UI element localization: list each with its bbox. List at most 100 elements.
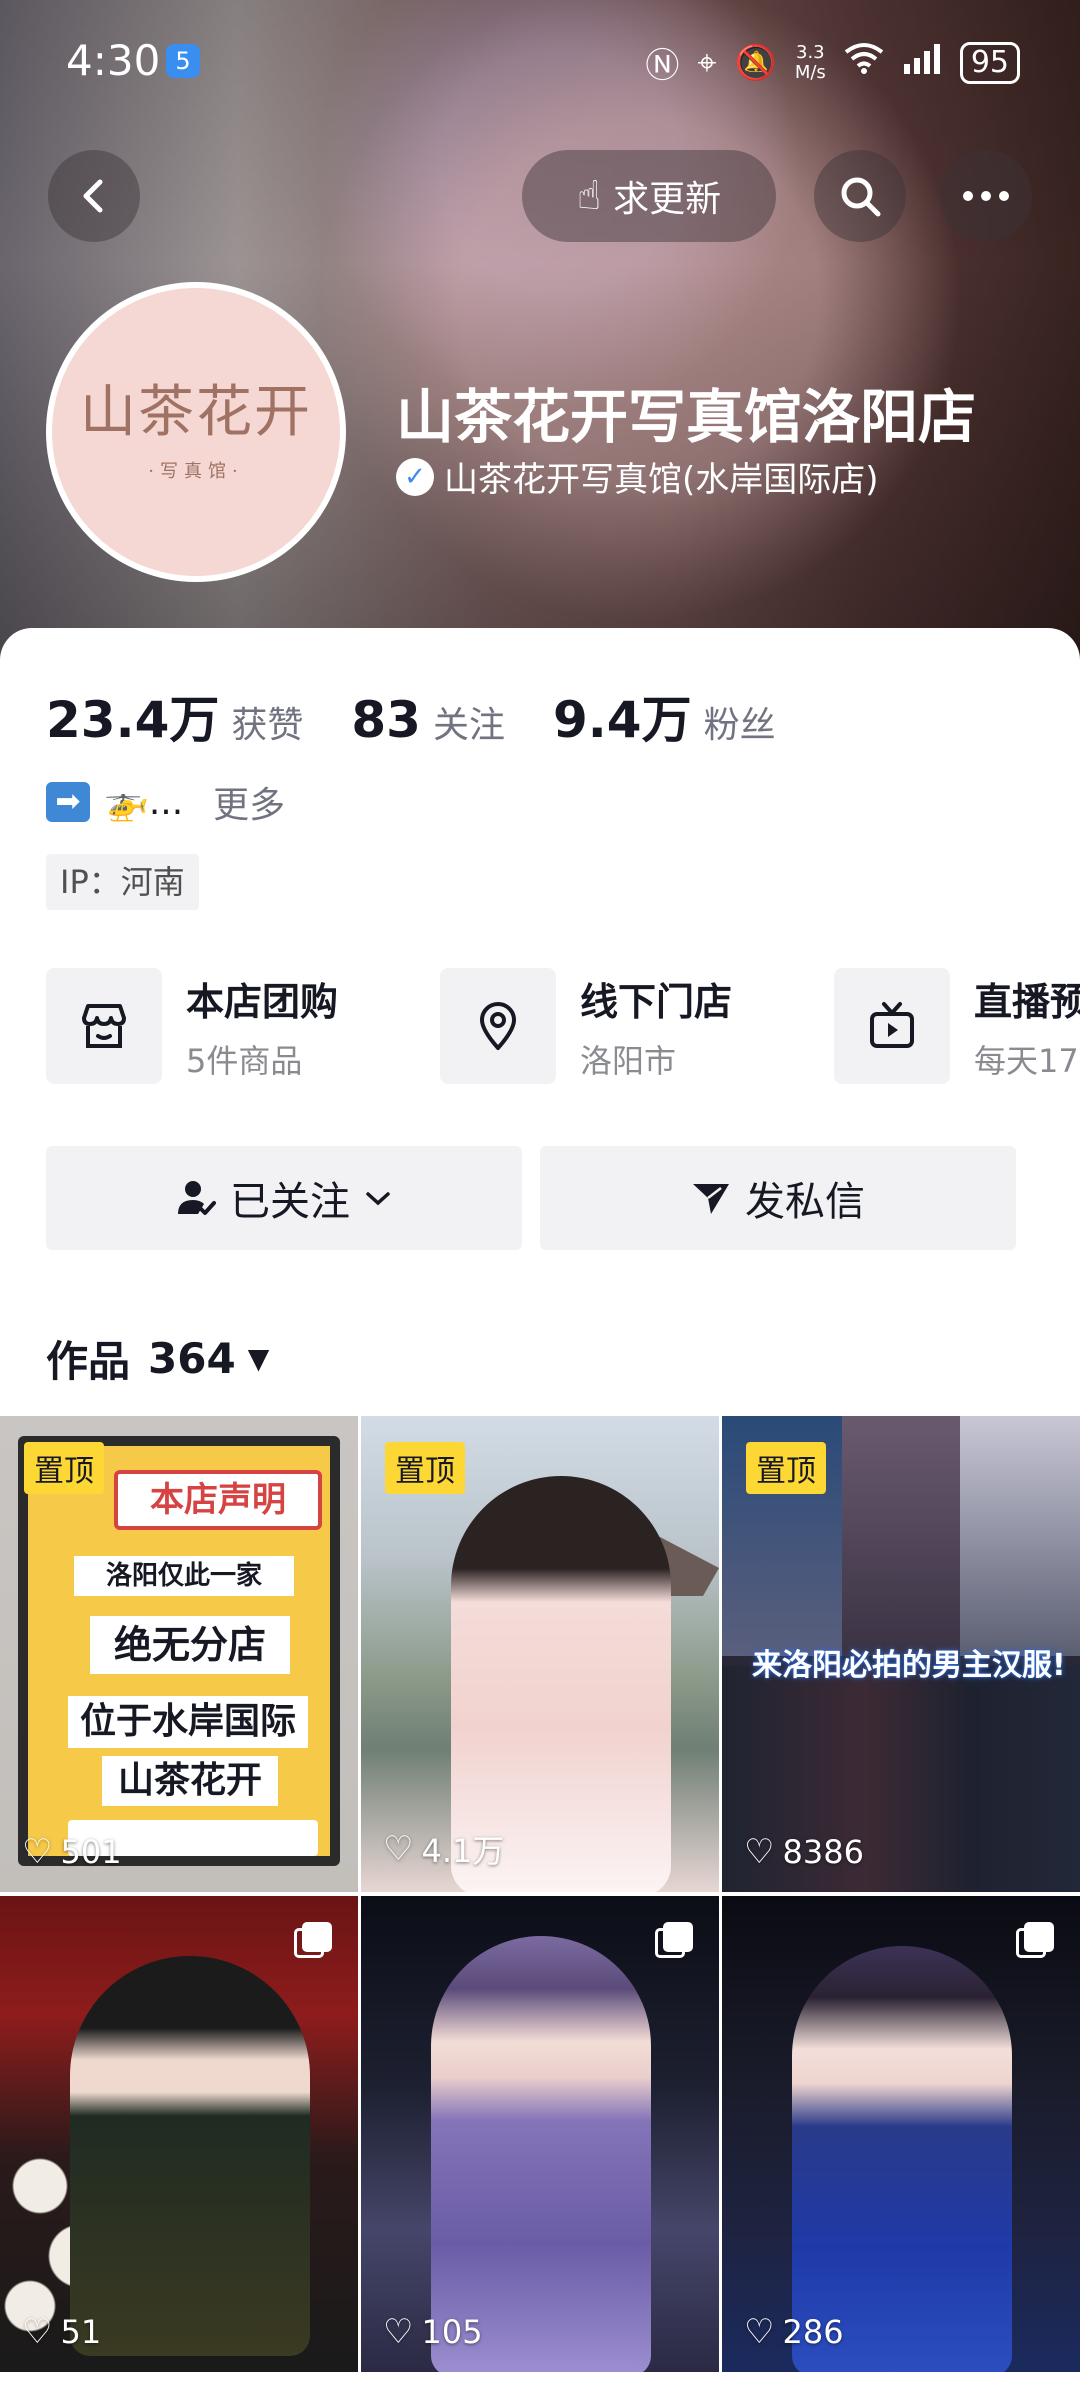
stat-followers[interactable]: 9.4万 粉丝	[553, 680, 776, 752]
chevron-left-icon	[83, 179, 103, 213]
thumbnail-caption: 来洛阳必拍的男主汉服!	[752, 1648, 1066, 1683]
service-offline-store[interactable]: 线下门店 洛阳市	[440, 968, 732, 1084]
video-thumbnail[interactable]: 置顶 ♡ 4.1万	[361, 1416, 719, 1892]
arrow-right-icon: ➡	[46, 782, 90, 822]
bio[interactable]: ➡ 🚁... 更多	[46, 776, 285, 828]
like-count-value: 105	[421, 2313, 483, 2351]
wifi-icon	[844, 42, 884, 83]
poster-line: 绝无分店	[90, 1616, 290, 1674]
bio-more-link[interactable]: 更多	[213, 776, 285, 828]
video-thumbnail[interactable]: ♡ 105	[361, 1896, 719, 2372]
service-title: 本店团购	[186, 979, 339, 1024]
heart-outline-icon: ♡	[383, 2312, 414, 2352]
stat-following[interactable]: 83 关注	[351, 691, 505, 749]
multi-image-icon	[1016, 1922, 1056, 1960]
search-icon	[841, 177, 881, 217]
like-count: ♡ 286	[744, 2312, 844, 2352]
followed-label: 已关注	[230, 1179, 350, 1225]
heart-outline-icon: ♡	[744, 1832, 775, 1872]
video-thumbnail[interactable]: 来洛阳必拍的男主汉服! 置顶 ♡ 8386	[722, 1416, 1080, 1892]
top-nav: ☝ 求更新	[0, 140, 1080, 250]
like-count: ♡ 8386	[744, 1832, 864, 1872]
request-update-label: 求更新	[613, 179, 722, 220]
like-count-value: 51	[60, 2313, 102, 2351]
verified-check-icon: ✓	[396, 457, 434, 496]
works-label: 作品	[46, 1337, 131, 1386]
poster-title: 本店声明	[114, 1470, 322, 1530]
service-subtitle: 5件商品	[186, 1041, 303, 1080]
poster-line: 位于水岸国际	[68, 1696, 308, 1748]
verified-badge[interactable]: ✓ 山茶花开写真馆(水岸国际店)	[396, 452, 879, 501]
network-speed-unit: M/s	[794, 61, 826, 83]
app-notification-icon: 5	[166, 44, 200, 78]
send-message-button[interactable]: 发私信	[540, 1146, 1016, 1250]
location-icon: ⌖	[697, 42, 717, 83]
video-grid: 本店声明 洛阳仅此一家 绝无分店 位于水岸国际 山茶花开 置顶 ♡ 501 置顶…	[0, 1416, 1080, 2372]
battery-indicator: 95	[959, 41, 1020, 84]
avatar[interactable]: 山茶花开 ·写真馆·	[46, 282, 346, 582]
profile-name: 山茶花开写真馆洛阳店	[396, 383, 977, 451]
followed-button[interactable]: 已关注	[46, 1146, 522, 1250]
ip-location-tag: IP：河南	[46, 854, 199, 910]
bio-text: 🚁...	[104, 782, 184, 823]
service-live-preview[interactable]: 直播预 每天17	[834, 968, 1080, 1084]
status-icons: Ⓝ ⌖ 🔕 3.3 M/s 95	[645, 38, 1020, 87]
portrait-figure	[431, 1936, 651, 2372]
stat-label: 粉丝	[703, 705, 776, 746]
works-count: 364	[148, 1334, 236, 1383]
stat-likes[interactable]: 23.4万 获赞	[46, 680, 303, 752]
network-speed-value: 3.3	[796, 41, 825, 63]
avatar-logo-subtext: ·写真馆·	[148, 461, 244, 482]
paper-plane-icon	[693, 1184, 729, 1214]
video-thumbnail[interactable]: ♡ 51	[0, 1896, 358, 2372]
request-update-button[interactable]: ☝ 求更新	[522, 150, 776, 242]
like-count: ♡ 4.1万	[383, 1826, 504, 1872]
caret-down-icon: ▼	[247, 1342, 270, 1375]
video-thumbnail[interactable]: ♡ 286	[722, 1896, 1080, 2372]
stat-label: 获赞	[231, 705, 304, 746]
service-title: 直播预	[974, 979, 1080, 1024]
like-count: ♡ 501	[22, 1832, 122, 1872]
stats-row: 23.4万 获赞 83 关注 9.4万 粉丝	[46, 680, 824, 752]
more-options-button[interactable]	[940, 150, 1032, 242]
stat-value: 83	[351, 691, 421, 749]
heart-outline-icon: ♡	[22, 1832, 53, 1872]
video-thumbnail[interactable]: 本店声明 洛阳仅此一家 绝无分店 位于水岸国际 山茶花开 置顶 ♡ 501	[0, 1416, 358, 1892]
poster-line: 洛阳仅此一家	[74, 1556, 294, 1596]
location-pin-icon	[440, 968, 556, 1084]
network-speed: 3.3 M/s	[794, 41, 826, 83]
stat-label: 关注	[432, 705, 505, 746]
service-subtitle: 洛阳市	[580, 1041, 677, 1080]
tv-icon	[834, 968, 950, 1084]
verified-label: 山茶花开写真馆(水岸国际店)	[444, 460, 879, 500]
services-row: 本店团购 5件商品 线下门店 洛阳市 直播预 每天17	[46, 968, 1080, 1088]
like-count: ♡ 51	[22, 2312, 101, 2352]
works-header[interactable]: 作品 364 ▼	[46, 1328, 269, 1389]
like-count-value: 501	[60, 1833, 122, 1871]
poster-image: 本店声明 洛阳仅此一家 绝无分店 位于水岸国际 山茶花开	[18, 1436, 340, 1866]
portrait-figure	[70, 1956, 310, 2356]
portrait-figure	[792, 1946, 1012, 2372]
heart-outline-icon: ♡	[22, 2312, 53, 2352]
store-icon	[46, 968, 162, 1084]
action-buttons: 已关注 发私信	[46, 1146, 1016, 1250]
back-button[interactable]	[48, 150, 140, 242]
heart-outline-icon: ♡	[383, 1829, 414, 1869]
more-dots-icon	[963, 191, 1009, 201]
multi-image-icon	[655, 1922, 695, 1960]
signal-icon	[902, 42, 942, 83]
hand-pointer-icon: ☝	[576, 173, 602, 219]
stat-value: 9.4万	[553, 691, 692, 749]
status-bar: 4:30 5 Ⓝ ⌖ 🔕 3.3 M/s 95	[0, 0, 1080, 120]
collage-tile	[960, 1416, 1080, 1656]
stat-value: 23.4万	[46, 691, 220, 749]
service-group-buy[interactable]: 本店团购 5件商品	[46, 968, 338, 1084]
service-title: 线下门店	[580, 979, 733, 1024]
pinned-badge: 置顶	[385, 1442, 465, 1494]
chevron-down-icon	[366, 1192, 390, 1206]
heart-outline-icon: ♡	[744, 2312, 775, 2352]
like-count-value: 4.1万	[421, 1832, 505, 1870]
search-button[interactable]	[814, 150, 906, 242]
collage-tile	[842, 1416, 960, 1656]
like-count-value: 8386	[782, 1833, 864, 1871]
